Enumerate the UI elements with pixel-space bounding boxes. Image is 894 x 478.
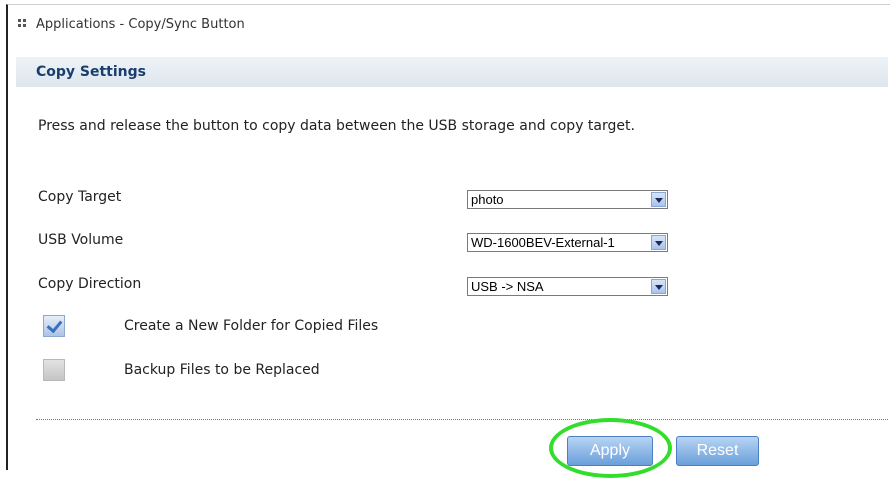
- backup-files-label: Backup Files to be Replaced: [124, 362, 320, 378]
- chevron-down-icon[interactable]: [651, 279, 666, 294]
- copy-target-select[interactable]: photo: [467, 190, 668, 209]
- highlight-ring: [549, 418, 672, 478]
- usb-volume-value: WD-1600BEV-External-1: [471, 235, 615, 250]
- window-title: Applications - Copy/Sync Button: [36, 17, 245, 32]
- copy-direction-label: Copy Direction: [38, 276, 142, 292]
- section-header: Copy Settings: [16, 57, 888, 87]
- usb-volume-select[interactable]: WD-1600BEV-External-1: [467, 233, 668, 252]
- copy-direction-value: USB -> NSA: [471, 279, 544, 294]
- grip-icon: [18, 19, 28, 29]
- copy-direction-select[interactable]: USB -> NSA: [467, 277, 668, 296]
- reset-button[interactable]: Reset: [676, 436, 759, 466]
- usb-volume-label: USB Volume: [38, 232, 124, 248]
- chevron-down-icon[interactable]: [651, 192, 666, 207]
- copy-target-label: Copy Target: [38, 189, 122, 205]
- description-text: Press and release the button to copy dat…: [38, 118, 635, 134]
- copy-target-value: photo: [471, 192, 504, 207]
- divider: [36, 419, 888, 420]
- window-titlebar: Applications - Copy/Sync Button: [8, 8, 888, 46]
- chevron-down-icon[interactable]: [651, 235, 666, 250]
- new-folder-label: Create a New Folder for Copied Files: [124, 318, 379, 334]
- new-folder-checkbox[interactable]: [43, 315, 65, 337]
- section-title: Copy Settings: [36, 64, 146, 80]
- backup-files-checkbox[interactable]: [43, 359, 65, 381]
